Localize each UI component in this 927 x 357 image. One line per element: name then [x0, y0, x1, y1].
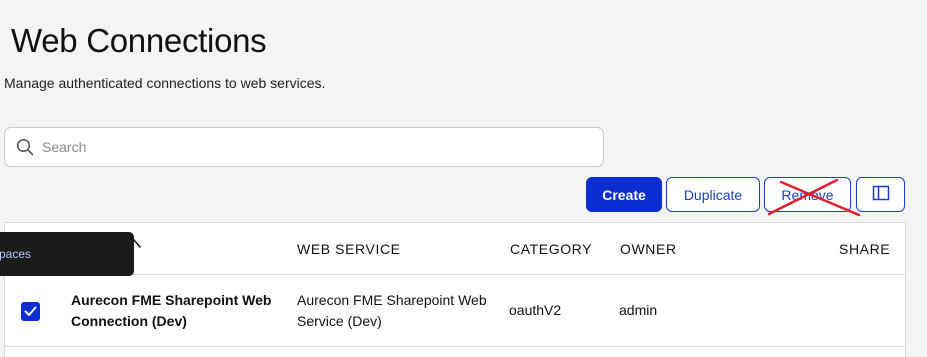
columns-icon — [872, 185, 890, 204]
cell-connection-name[interactable]: Aurecon FME Sharepoint Web Connection (D… — [71, 290, 281, 332]
columns-toggle-button[interactable] — [856, 177, 905, 212]
duplicate-button[interactable]: Duplicate — [666, 177, 760, 212]
search-box[interactable] — [4, 127, 604, 167]
column-header-share[interactable]: SHARE — [839, 241, 890, 257]
cell-category: oauthV2 — [509, 302, 562, 318]
page-title: Web Connections — [11, 22, 267, 59]
column-header-owner[interactable]: OWNER — [620, 241, 677, 257]
search-input[interactable] — [42, 139, 582, 155]
tooltip: paces — [0, 232, 134, 276]
cell-web-service: Aurecon FME Sharepoint Web Service (Dev) — [297, 292, 487, 329]
checkmark-icon — [24, 306, 37, 316]
remove-button[interactable]: Remove — [764, 177, 851, 212]
column-header-web-service[interactable]: WEB SERVICE — [297, 241, 401, 257]
row-checkbox[interactable] — [21, 302, 40, 321]
column-header-category[interactable]: CATEGORY — [510, 241, 592, 257]
sort-ascending-icon[interactable] — [126, 236, 142, 250]
table-row[interactable]: Aurecon FME Sharepoint Web Connection (D… — [5, 275, 905, 347]
search-icon — [16, 138, 34, 156]
create-button[interactable]: Create — [586, 177, 662, 212]
page-subtitle: Manage authenticated connections to web … — [4, 75, 326, 91]
cell-owner: admin — [619, 302, 658, 318]
tooltip-text: paces — [0, 247, 32, 261]
